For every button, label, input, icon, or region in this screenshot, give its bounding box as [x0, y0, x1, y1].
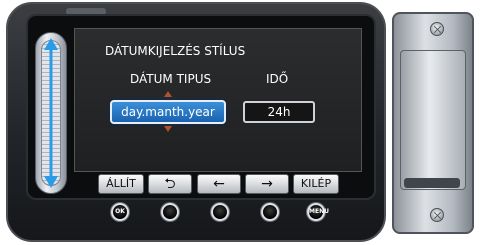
hinge-slot [404, 178, 460, 188]
menu-label: MENU [309, 208, 329, 215]
page-title: DÁTUMKIJELZÉS STÍLUS [105, 44, 246, 58]
time-format-value: 24h [267, 105, 291, 119]
left-arrow-button[interactable]: ← [197, 174, 241, 194]
right-arrow-button[interactable]: → [245, 174, 289, 194]
date-format-field[interactable]: day.manth.year [110, 100, 226, 124]
time-format-field[interactable]: 24h [243, 101, 315, 123]
ok-button[interactable]: OK [111, 203, 129, 221]
set-button[interactable]: ÁLLÍT [98, 174, 144, 194]
exit-button[interactable]: KILÉP [293, 174, 339, 194]
hardware-button-2[interactable] [161, 203, 179, 221]
screw-icon [430, 208, 444, 222]
hardware-button-4[interactable] [261, 203, 279, 221]
date-format-value: day.manth.year [121, 105, 215, 119]
back-button[interactable]: ⮌ [148, 174, 192, 194]
date-type-label: DÁTUM TIPUS [130, 72, 212, 86]
hinge-panel [400, 50, 466, 190]
hardware-button-3[interactable] [211, 203, 229, 221]
time-label: IDŐ [266, 72, 289, 86]
screw-icon [430, 22, 444, 36]
up-arrow-icon [164, 91, 172, 97]
ok-label: OK [115, 208, 125, 215]
menu-button[interactable]: MENU [307, 203, 329, 221]
down-arrow-icon [164, 126, 172, 132]
slider-arrows-icon [44, 38, 58, 188]
